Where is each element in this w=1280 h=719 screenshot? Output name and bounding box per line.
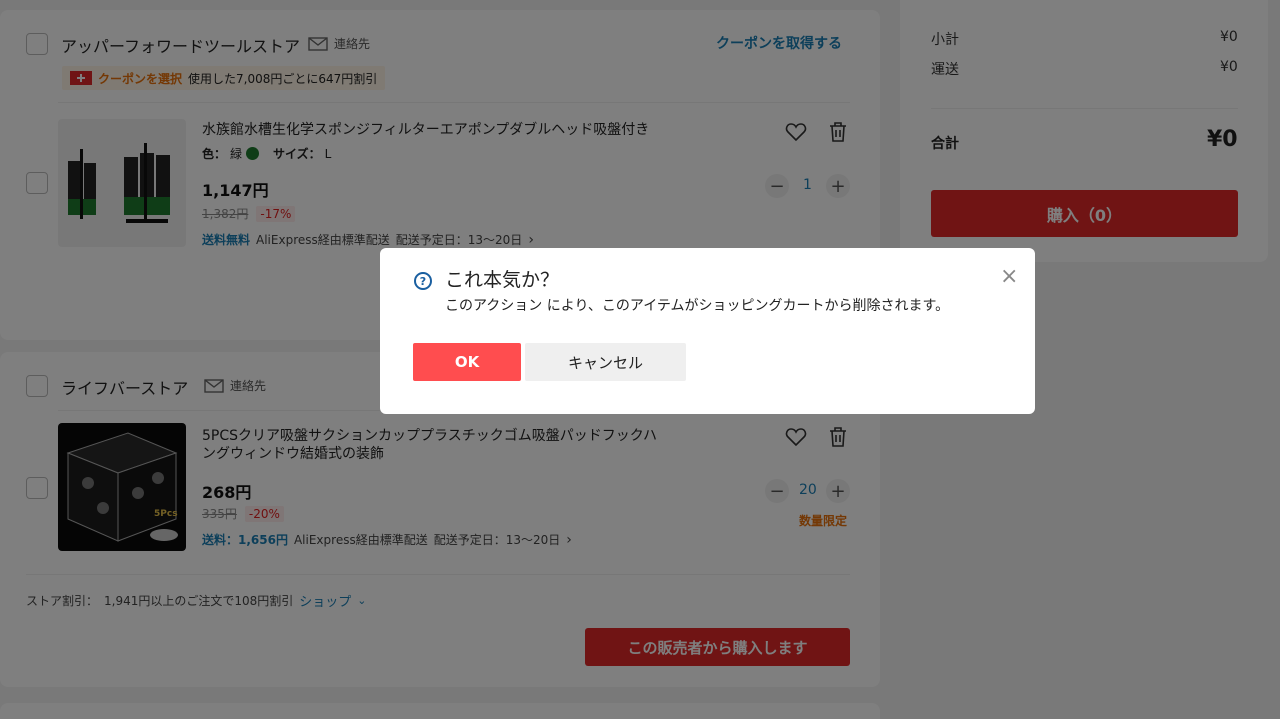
close-icon[interactable]: × [1000, 264, 1018, 289]
cancel-button[interactable]: キャンセル [525, 343, 686, 381]
confirm-dialog: ? これ本気か？ このアクション により、このアイテムがショッピングカートから削… [380, 248, 1035, 414]
question-icon: ? [414, 272, 432, 290]
dialog-title: これ本気か？ [445, 269, 560, 291]
dialog-message: このアクション により、このアイテムがショッピングカートから削除されます。 [445, 298, 950, 314]
ok-button[interactable]: OK [413, 343, 521, 381]
